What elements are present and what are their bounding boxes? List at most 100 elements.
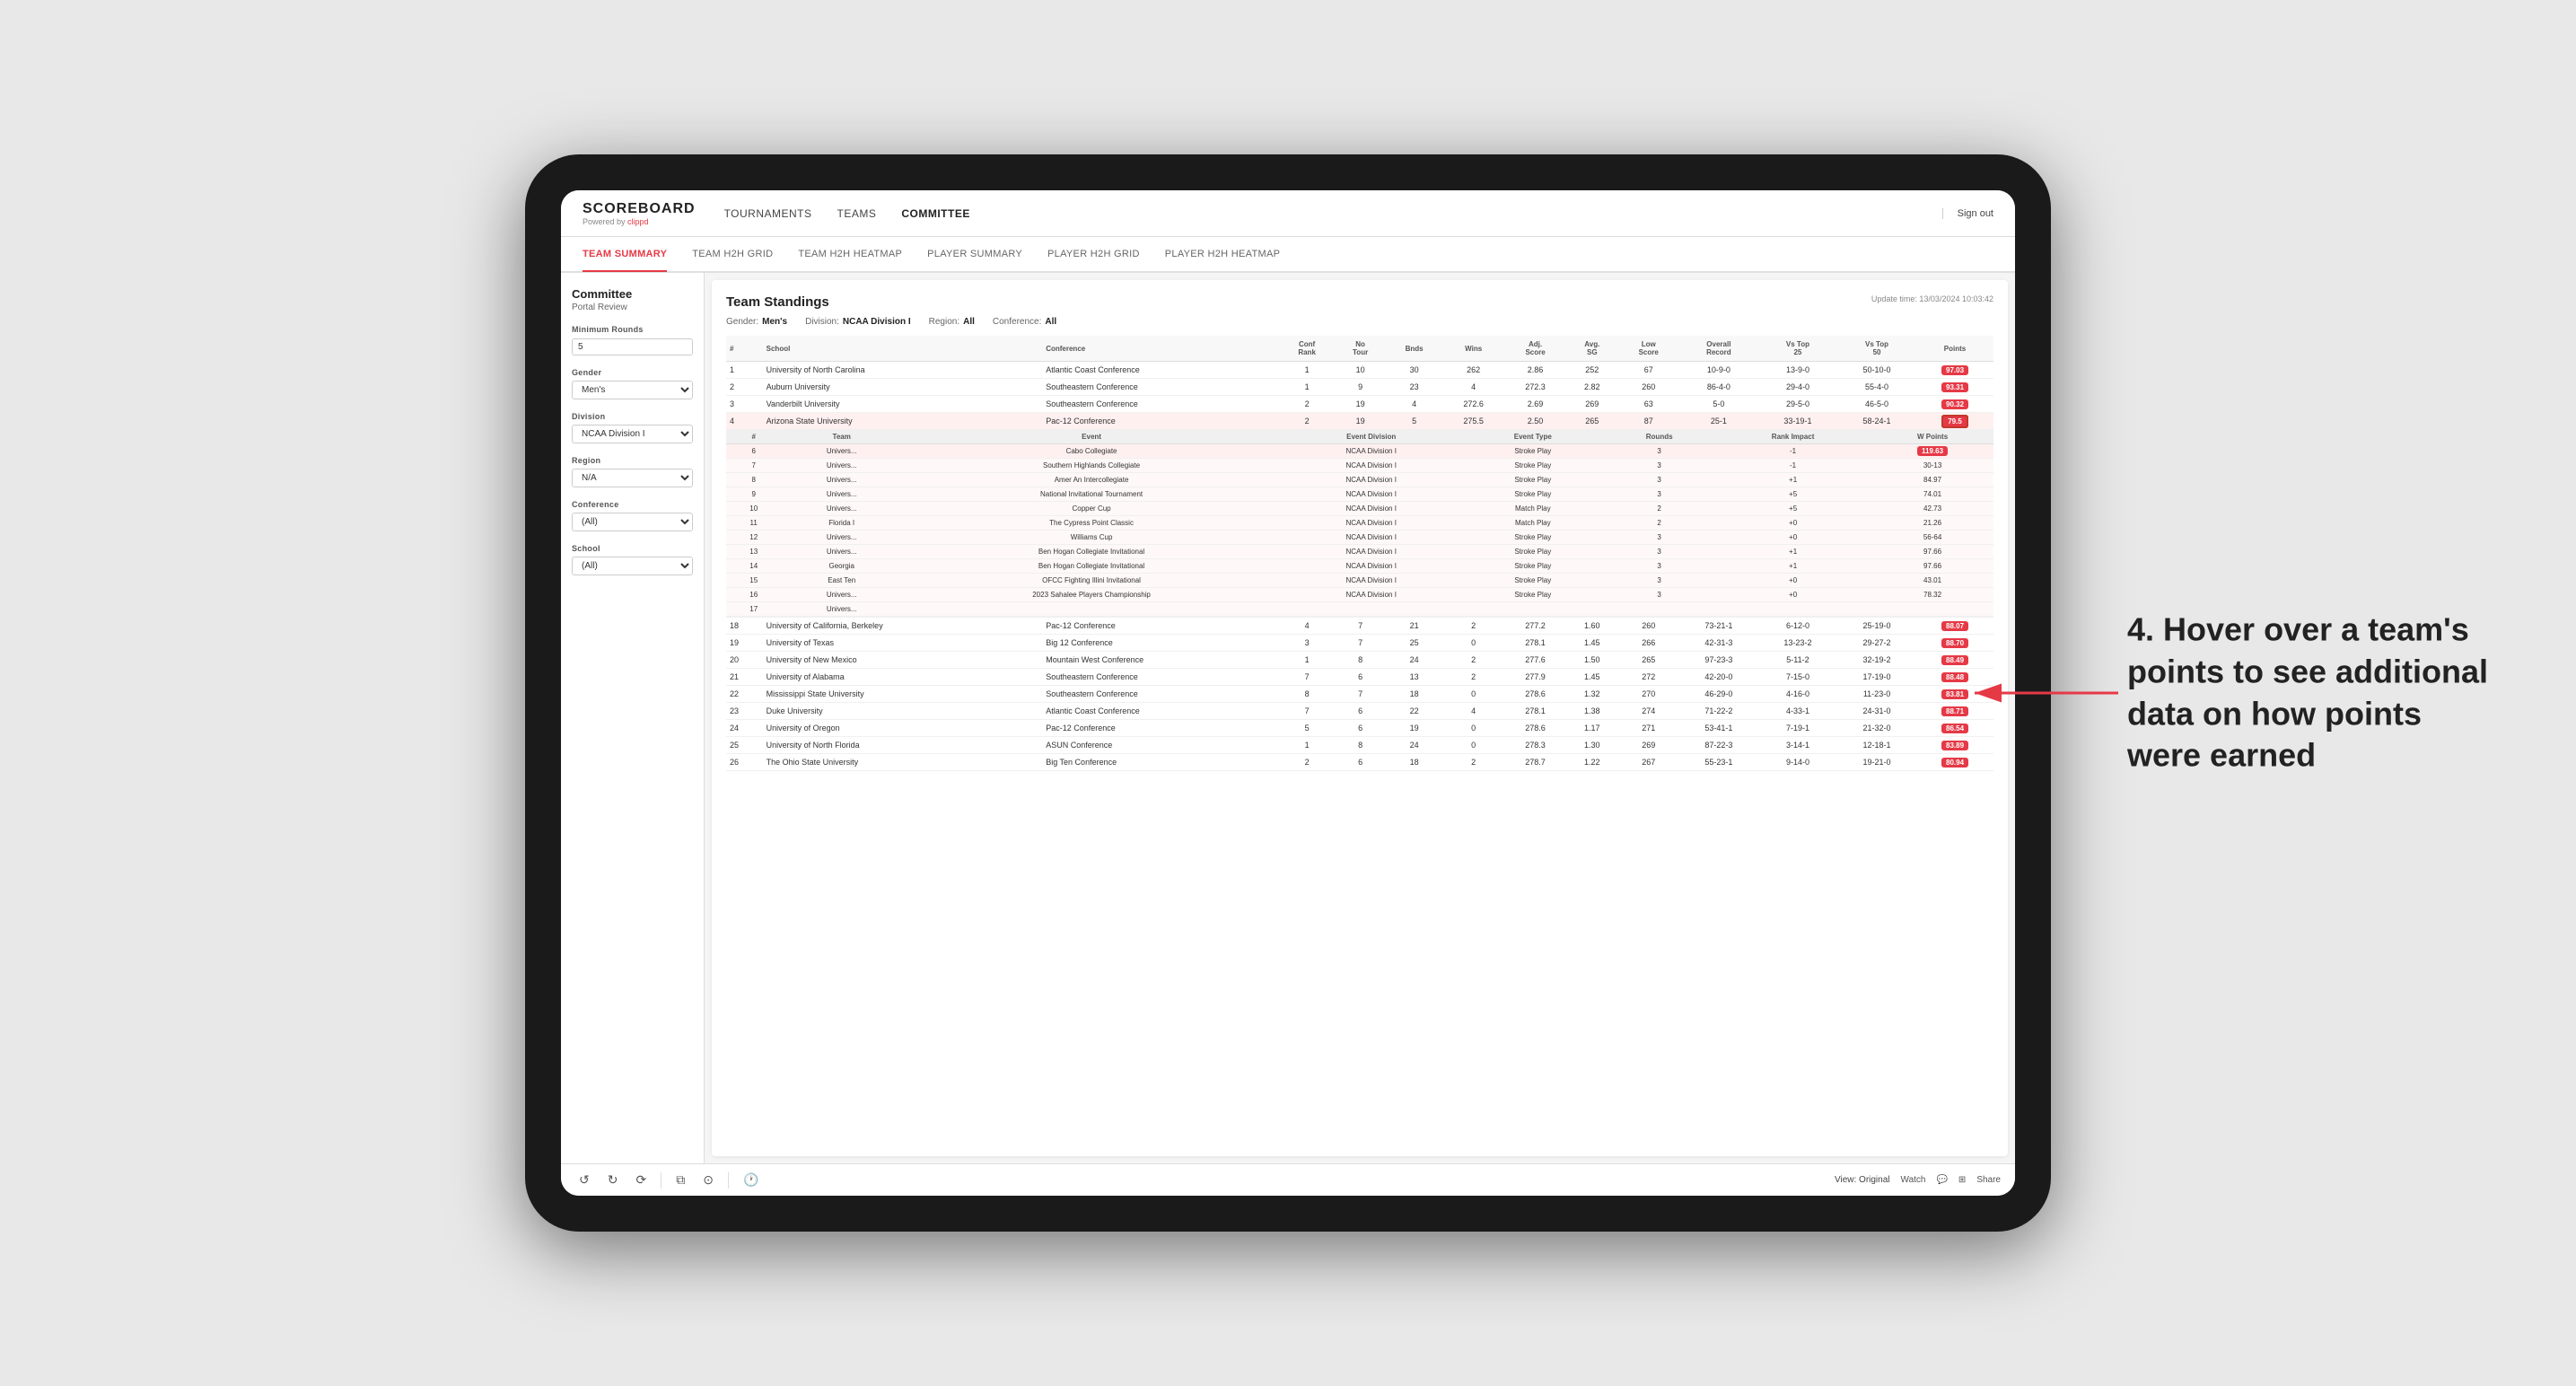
sidebar-gender: Gender Men's Women's: [572, 368, 693, 399]
min-rounds-input[interactable]: [572, 338, 693, 355]
clock-button[interactable]: 🕐: [740, 1171, 762, 1189]
col-low-score: LowScore: [1618, 336, 1679, 362]
conference-select[interactable]: (All) ACC: [572, 513, 693, 531]
inner-table-row[interactable]: 8 Univers... Amer An Intercollegiate NCA…: [726, 473, 1993, 487]
table-row[interactable]: 26 The Ohio State University Big Ten Con…: [726, 754, 1993, 771]
conference-filter-value: All: [1045, 317, 1056, 327]
col-conference: Conference: [1042, 336, 1279, 362]
points[interactable]: 97.03: [1916, 362, 1993, 379]
table-row[interactable]: 18 University of California, Berkeley Pa…: [726, 618, 1993, 635]
points[interactable]: 90.32: [1916, 396, 1993, 413]
adj-score: 2.50: [1504, 413, 1566, 430]
sidebar-conference: Conference (All) ACC: [572, 500, 693, 531]
tab-player-h2h-grid[interactable]: PLAYER H2H GRID: [1047, 238, 1140, 272]
low-score: 63: [1618, 396, 1679, 413]
tablet-screen: SCOREBOARD Powered by clippd TOURNAMENTS…: [561, 190, 2015, 1196]
points[interactable]: 79.5: [1916, 413, 1993, 430]
col-bnds: Bnds: [1386, 336, 1442, 362]
inner-table-row[interactable]: 14 Georgia Ben Hogan Collegiate Invitati…: [726, 559, 1993, 574]
nav-committee[interactable]: COMMITTEE: [901, 207, 970, 220]
tab-team-summary[interactable]: TEAM SUMMARY: [583, 238, 667, 272]
redo-button[interactable]: ↻: [604, 1171, 622, 1189]
inner-table-row[interactable]: 11 Florida I The Cypress Point Classic N…: [726, 516, 1993, 531]
col-points: Points: [1916, 336, 1993, 362]
tab-player-h2h-heatmap[interactable]: PLAYER H2H HEATMAP: [1165, 238, 1280, 272]
rank: 2: [726, 379, 763, 396]
undo-button[interactable]: ↺: [575, 1171, 593, 1189]
inner-table-row[interactable]: 15 East Ten OFCC Fighting Illini Invitat…: [726, 574, 1993, 588]
gender-select[interactable]: Men's Women's: [572, 381, 693, 399]
panel-title: Team Standings: [726, 294, 829, 310]
points[interactable]: 93.31: [1916, 379, 1993, 396]
avg-sg: 265: [1566, 413, 1618, 430]
table-row[interactable]: 22 Mississippi State University Southeas…: [726, 686, 1993, 703]
refresh-button[interactable]: ⟳: [632, 1171, 650, 1189]
sign-out-button[interactable]: Sign out: [1942, 208, 1993, 219]
adj-score: 2.69: [1504, 396, 1566, 413]
region-select[interactable]: N/A All: [572, 469, 693, 487]
inner-table-row[interactable]: 7 Univers... Southern Highlands Collegia…: [726, 459, 1993, 473]
table-row[interactable]: 2 Auburn University Southeastern Confere…: [726, 379, 1993, 396]
wins: 275.5: [1442, 413, 1504, 430]
low-score: 87: [1618, 413, 1679, 430]
nav-teams[interactable]: TEAMS: [837, 207, 877, 220]
overall: 5-0: [1679, 396, 1758, 413]
nav-tournaments[interactable]: TOURNAMENTS: [724, 207, 812, 220]
inner-col-w-points: W Points: [1871, 430, 1993, 444]
table-row[interactable]: 1 University of North Carolina Atlantic …: [726, 362, 1993, 379]
conference: Southeastern Conference: [1042, 396, 1279, 413]
inner-col-event: Event: [902, 430, 1281, 444]
table-row[interactable]: 20 University of New Mexico Mountain Wes…: [726, 652, 1993, 669]
logo-area: SCOREBOARD Powered by clippd: [583, 201, 696, 226]
table-row[interactable]: 24 University of Oregon Pac-12 Conferenc…: [726, 720, 1993, 737]
watch-button[interactable]: Watch: [1901, 1175, 1926, 1185]
col-conf-rank: ConfRank: [1279, 336, 1335, 362]
division-select[interactable]: NCAA Division I NCAA Division II: [572, 425, 693, 443]
tab-team-h2h-grid[interactable]: TEAM H2H GRID: [692, 238, 773, 272]
comment-button[interactable]: 💬: [1936, 1175, 1947, 1185]
inner-table-row[interactable]: 10 Univers... Copper Cup NCAA Division I…: [726, 502, 1993, 516]
table-row[interactable]: 19 University of Texas Big 12 Conference…: [726, 635, 1993, 652]
table-row[interactable]: 21 University of Alabama Southeastern Co…: [726, 669, 1993, 686]
inner-table-row[interactable]: 13 Univers... Ben Hogan Collegiate Invit…: [726, 545, 1993, 559]
vs-top25: 29-5-0: [1758, 396, 1837, 413]
table-row[interactable]: 25 University of North Florida ASUN Conf…: [726, 737, 1993, 754]
vs-top25: 29-4-0: [1758, 379, 1837, 396]
table-row[interactable]: 23 Duke University Atlantic Coast Confer…: [726, 703, 1993, 720]
inner-table-row[interactable]: 6 Univers... Cabo Collegiate NCAA Divisi…: [726, 444, 1993, 459]
region-label: Region: [572, 456, 693, 465]
no-tour: 9: [1335, 379, 1386, 396]
vs-top25: 13-9-0: [1758, 362, 1837, 379]
settings-button[interactable]: ⊙: [699, 1171, 717, 1189]
sidebar-region: Region N/A All: [572, 456, 693, 487]
col-no-tour: NoTour: [1335, 336, 1386, 362]
sidebar-school: School (All): [572, 544, 693, 575]
inner-table-row[interactable]: 9 Univers... National Invitational Tourn…: [726, 487, 1993, 502]
sidebar-min-rounds: Minimum Rounds: [572, 325, 693, 355]
conf-rank: 2: [1279, 413, 1335, 430]
tab-player-summary[interactable]: PLAYER SUMMARY: [927, 238, 1022, 272]
col-rank: #: [726, 336, 763, 362]
share-button[interactable]: Share: [1976, 1175, 2001, 1185]
inner-table-row[interactable]: 16 Univers... 2023 Sahalee Players Champ…: [726, 588, 1993, 602]
toolbar-divider-2: [728, 1172, 729, 1189]
toolbar-right: Watch 💬 ⊞ Share: [1901, 1175, 2002, 1185]
table-row[interactable]: 4 Arizona State University Pac-12 Confer…: [726, 413, 1993, 430]
rank: 4: [726, 413, 763, 430]
tab-team-h2h-heatmap[interactable]: TEAM H2H HEATMAP: [798, 238, 902, 272]
conference: Southeastern Conference: [1042, 379, 1279, 396]
adj-score: 2.86: [1504, 362, 1566, 379]
school-select[interactable]: (All): [572, 557, 693, 575]
inner-table-row[interactable]: 12 Univers... Williams Cup NCAA Division…: [726, 531, 1993, 545]
copy-button[interactable]: ⧉: [672, 1171, 688, 1189]
conference: Pac-12 Conference: [1042, 413, 1279, 430]
inner-table-row[interactable]: 17 Univers...: [726, 602, 1993, 617]
table-row[interactable]: 3 Vanderbilt University Southeastern Con…: [726, 396, 1993, 413]
gender-filter: Gender: Men's: [726, 317, 787, 327]
conference: Atlantic Coast Conference: [1042, 362, 1279, 379]
annotation-text: 4. Hover over a team's points to see add…: [2127, 609, 2504, 776]
sub-nav: TEAM SUMMARY TEAM H2H GRID TEAM H2H HEAT…: [561, 237, 2015, 273]
nav-links: TOURNAMENTS TEAMS COMMITTEE: [724, 207, 1942, 220]
export-button[interactable]: ⊞: [1958, 1175, 1966, 1185]
col-vs-top25: Vs Top25: [1758, 336, 1837, 362]
